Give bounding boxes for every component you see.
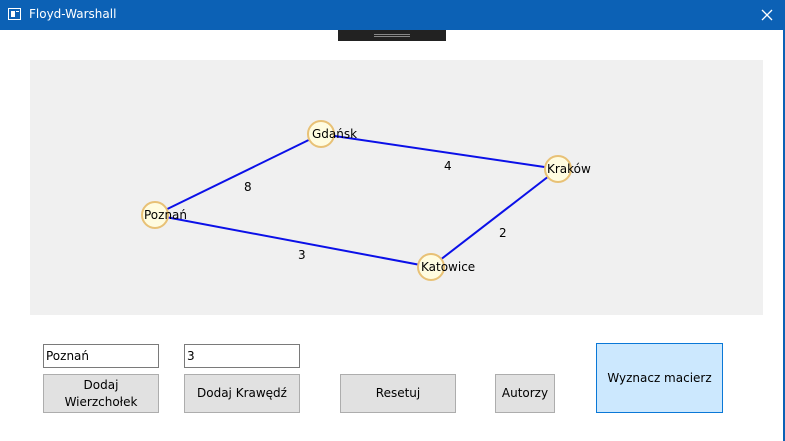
node-label: Gdańsk [312, 127, 357, 141]
edge-poznan-katowice [154, 214, 432, 268]
graph-svg: 8 4 2 3 Poznań Gdańsk Kraków Katowice [141, 120, 591, 281]
window-icon [8, 8, 21, 20]
close-button[interactable] [749, 0, 785, 30]
node-label: Kraków [547, 162, 591, 176]
vertex-name-input[interactable] [43, 344, 159, 368]
authors-label: Autorzy [501, 386, 549, 400]
graph-node-krakow[interactable]: Kraków [544, 155, 591, 183]
graph-canvas[interactable]: 8 4 2 3 Poznań Gdańsk Kraków Katowice [30, 60, 763, 315]
edge-poznan-gdansk [154, 133, 322, 216]
edge-weight-label: 3 [298, 248, 306, 262]
graph-node-gdansk[interactable]: Gdańsk [307, 120, 357, 148]
graph-node-poznan[interactable]: Poznań [141, 201, 187, 229]
compute-matrix-label: Wyznacz macierz [607, 370, 712, 385]
edge-weight-label: 8 [244, 180, 252, 194]
add-vertex-label: Dodaj Wierzchołek [64, 377, 138, 409]
add-edge-label: Dodaj Krawędź [197, 386, 287, 400]
node-label: Katowice [421, 260, 475, 274]
drag-handle[interactable] [338, 30, 446, 41]
add-vertex-button[interactable]: Dodaj Wierzchołek [43, 374, 159, 413]
close-icon [761, 9, 773, 21]
compute-matrix-button[interactable]: Wyznacz macierz [596, 343, 723, 413]
graph-node-katowice[interactable]: Katowice [417, 253, 475, 281]
reset-label: Resetuj [375, 386, 421, 400]
add-edge-button[interactable]: Dodaj Krawędź [184, 374, 300, 413]
edge-krakow-katowice [430, 168, 559, 268]
window-title: Floyd-Warshall [29, 7, 117, 21]
authors-button[interactable]: Autorzy [495, 374, 555, 413]
node-label: Poznań [144, 208, 187, 222]
title-bar: Floyd-Warshall [0, 0, 785, 30]
edge-weight-label: 4 [444, 159, 452, 173]
edge-weight-input[interactable] [184, 344, 300, 368]
edge-weight-label: 2 [499, 226, 507, 240]
reset-button[interactable]: Resetuj [340, 374, 456, 413]
